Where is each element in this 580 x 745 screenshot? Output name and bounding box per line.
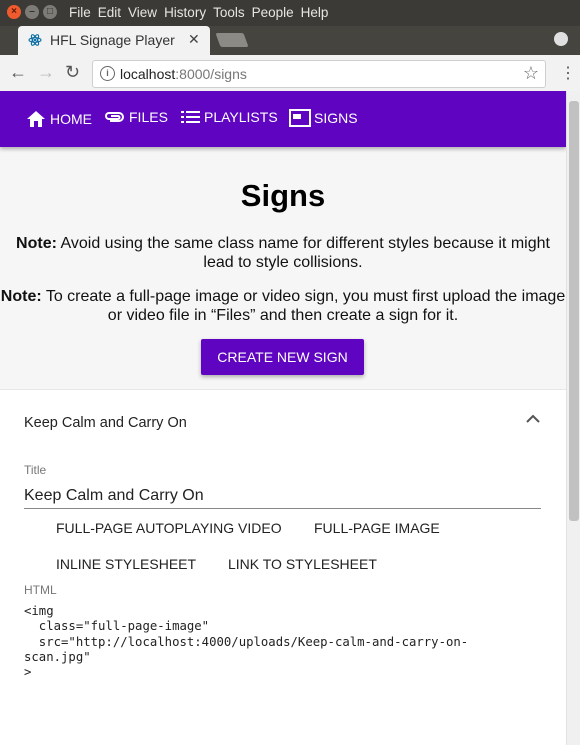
menu-view[interactable]: View (128, 5, 157, 20)
nav-home[interactable]: HOME (25, 109, 92, 129)
inline-stylesheet-button[interactable]: INLINE STYLESHEET (56, 556, 196, 572)
bookmark-star-icon[interactable]: ☆ (523, 63, 539, 84)
sign-panel: Keep Calm and Carry On Title FULL-PAGE A… (0, 389, 566, 745)
app-menu: File Edit View History Tools People Help (69, 5, 335, 20)
react-logo-icon (28, 34, 42, 46)
nav-files[interactable]: FILES (104, 109, 168, 125)
sign-icon (289, 109, 311, 127)
info-icon[interactable]: i (100, 66, 115, 81)
html-code-editor[interactable]: <img class="full-page-image" src="http:/… (24, 604, 468, 680)
browser-menu-icon[interactable]: ⋮ (560, 63, 576, 83)
window-menubar: × – □ File Edit View History Tools Peopl… (0, 0, 580, 26)
profile-icon[interactable] (554, 32, 568, 46)
forward-icon[interactable]: → (37, 62, 55, 83)
home-icon (27, 111, 45, 127)
page-scrollbar[interactable] (566, 91, 580, 745)
nav-playlists[interactable]: PLAYLISTS (181, 109, 278, 125)
note-label: Note: (16, 235, 57, 252)
menu-edit[interactable]: Edit (98, 5, 121, 20)
note-collisions: Note: Avoid using the same class name fo… (0, 234, 566, 272)
full-page-video-button[interactable]: FULL-PAGE AUTOPLAYING VIDEO (56, 520, 282, 536)
menu-people[interactable]: People (252, 5, 294, 20)
create-new-sign-button[interactable]: CREATE NEW SIGN (201, 339, 364, 375)
minimize-window-button[interactable]: – (25, 5, 39, 19)
back-icon[interactable]: ← (9, 62, 27, 83)
note-label: Note: (0, 288, 42, 305)
title-field[interactable] (24, 484, 541, 509)
url-text: localhost:8000/signs (120, 66, 247, 82)
app-navbar: HOME FILES PLAYLISTS SIGNS (0, 91, 566, 147)
tab-title: HFL Signage Player (50, 32, 175, 48)
menu-tools[interactable]: Tools (213, 5, 245, 20)
chevron-up-icon[interactable] (526, 414, 540, 424)
browser-tab[interactable]: HFL Signage Player ✕ (18, 26, 210, 55)
maximize-window-button[interactable]: □ (43, 5, 57, 19)
address-bar[interactable]: i localhost:8000/signs ☆ (92, 60, 546, 88)
menu-file[interactable]: File (69, 5, 91, 20)
link-stylesheet-button[interactable]: LINK TO STYLESHEET (228, 556, 377, 572)
scrollbar-thumb[interactable] (569, 101, 579, 521)
page-content: HOME FILES PLAYLISTS SIGNS Signs Note: A… (0, 91, 566, 745)
note-fullpage-text: To create a full-page image or video sig… (45, 288, 566, 324)
nav-playlists-label: PLAYLISTS (204, 109, 278, 125)
html-field-label: HTML (24, 583, 57, 597)
menu-help[interactable]: Help (301, 5, 329, 20)
note-collisions-text: Avoid using the same class name for diff… (60, 235, 550, 271)
menu-history[interactable]: History (164, 5, 206, 20)
close-window-button[interactable]: × (7, 5, 21, 19)
list-icon (181, 111, 200, 123)
sign-panel-title[interactable]: Keep Calm and Carry On (24, 415, 187, 431)
browser-toolbar: ← → ↻ i localhost:8000/signs ☆ (0, 55, 580, 92)
full-page-image-button[interactable]: FULL-PAGE IMAGE (314, 520, 440, 536)
page-title: Signs (240, 178, 326, 213)
nav-home-label: HOME (50, 111, 92, 127)
note-fullpage: Note: To create a full-page image or vid… (0, 287, 566, 325)
attachment-icon (105, 112, 124, 122)
reload-icon[interactable]: ↻ (65, 62, 80, 83)
new-tab-button[interactable] (215, 33, 249, 47)
nav-signs-label: SIGNS (314, 110, 358, 126)
nav-signs[interactable]: SIGNS (289, 109, 358, 127)
close-tab-icon[interactable]: ✕ (188, 31, 200, 48)
title-field-label: Title (24, 463, 47, 477)
nav-files-label: FILES (129, 109, 168, 125)
